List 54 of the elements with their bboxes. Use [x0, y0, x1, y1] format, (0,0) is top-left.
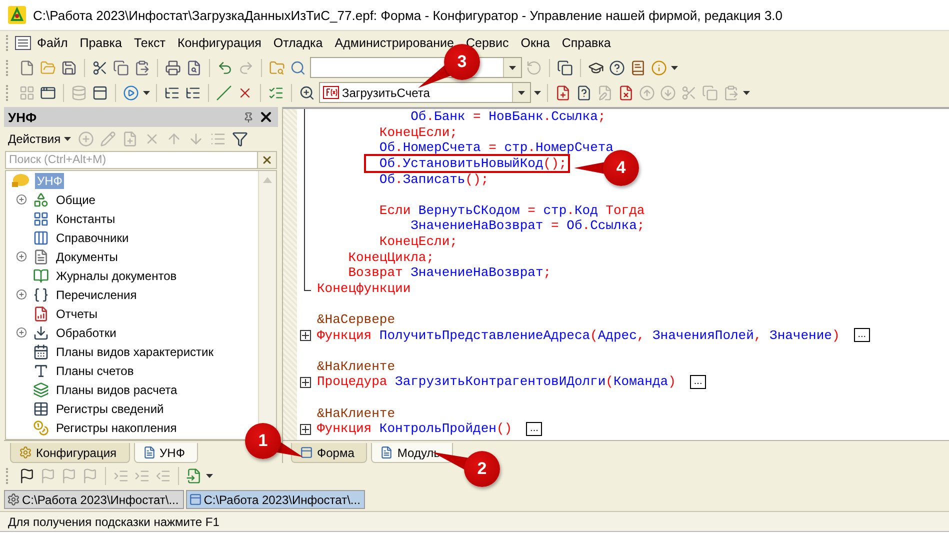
- code-line: &НаКлиенте: [317, 406, 396, 421]
- tree-item[interactable]: Планы счетов: [54, 362, 136, 378]
- code-line: ЗначениеНаВозврат = Об.Ссылка;: [410, 218, 645, 234]
- code-line: &НаКлиенте: [317, 358, 396, 374]
- code-line: Конецфункции: [317, 280, 411, 296]
- tree-item[interactable]: Журналы документов: [54, 268, 179, 284]
- menu-item[interactable]: Файл: [31, 34, 74, 52]
- code-line: Функция КонтрольПройден(): [317, 421, 512, 436]
- menu-item[interactable]: Справка: [556, 34, 617, 52]
- tree-item[interactable]: Регистры сведений: [54, 400, 166, 416]
- code-line: КонецЦикла;: [347, 250, 434, 265]
- editor-tab[interactable]: Модуль: [371, 443, 453, 463]
- code-line: Об.Записать();: [378, 172, 489, 187]
- panel-tab[interactable]: Конфигурация: [10, 443, 130, 463]
- callout-badge: 2: [464, 451, 500, 487]
- code-line: КонецЕсли;: [378, 234, 458, 250]
- tree-item[interactable]: Документы: [54, 248, 120, 264]
- editor-tab[interactable]: Форма: [291, 443, 368, 463]
- menu-item[interactable]: Сервис: [460, 34, 515, 52]
- code-line: &НаСервере: [317, 312, 396, 328]
- code-line: Функция ПолучитьПредставлениеАдреса(Адрес, ЗначенияПолей, Значение): [317, 328, 840, 343]
- window-title: C:\Работа 2023\Инфостат\ЗагрузкаДанныхИзТиС_77.epf: Форма - Конфигуратор - Управление нашей фирмой, редакция 3.0: [33, 8, 783, 22]
- tree-item[interactable]: Константы: [54, 210, 118, 226]
- tree-item[interactable]: Справочники: [54, 230, 131, 246]
- window-tab[interactable]: C:\Работа 2023\Инфостат\...: [4, 490, 184, 509]
- collapsed-block-button[interactable]: ...: [690, 374, 706, 389]
- menu-item[interactable]: Отладка: [267, 34, 329, 52]
- code-line: КонецЕсли;: [378, 124, 458, 140]
- search-field[interactable]: Поиск (Ctrl+Alt+M): [5, 151, 257, 169]
- menu-item[interactable]: Администрирование: [328, 34, 460, 52]
- actions-menu-button[interactable]: Действия: [6, 132, 73, 146]
- code-line: Процедура ЗагрузитьКонтрагентовИДолги(Команда): [317, 374, 676, 390]
- menu-item[interactable]: Правка: [74, 34, 128, 52]
- menu-item[interactable]: Окна: [514, 34, 556, 52]
- code-line: Возврат ЗначениеНаВозврат;: [347, 265, 552, 280]
- module-selector[interactable]: ЗагрузитьСчета: [319, 82, 531, 103]
- menu-item[interactable]: Конфигурация: [171, 34, 268, 52]
- tree-item[interactable]: Перечисления: [54, 286, 139, 302]
- code-line: Об.Банк = НовБанк.Ссылка;: [410, 109, 606, 124]
- tree-item[interactable]: Регистры накопления: [54, 420, 179, 436]
- panel-title: УНФ: [8, 110, 38, 124]
- callout-badge: 1: [245, 423, 281, 459]
- tree-item[interactable]: Общие: [54, 192, 98, 208]
- panel-tab[interactable]: УНФ: [134, 443, 198, 463]
- window-tab[interactable]: C:\Работа 2023\Инфостат\...: [186, 490, 366, 509]
- tree-item[interactable]: Планы видов расчета: [54, 382, 180, 398]
- collapsed-block-button[interactable]: ...: [854, 328, 870, 342]
- collapsed-block-button[interactable]: ...: [526, 422, 542, 436]
- tree-item[interactable]: Обработки: [54, 324, 118, 340]
- menu-item[interactable]: Текст: [128, 34, 172, 52]
- tree-item[interactable]: Отчеты: [54, 306, 100, 322]
- tree-item[interactable]: Планы видов характеристик: [54, 344, 216, 360]
- code-line: Если ВернутьСКодом = стр.Код Тогда: [378, 202, 645, 218]
- status-text: Для получения подсказки нажмите F1: [8, 514, 220, 528]
